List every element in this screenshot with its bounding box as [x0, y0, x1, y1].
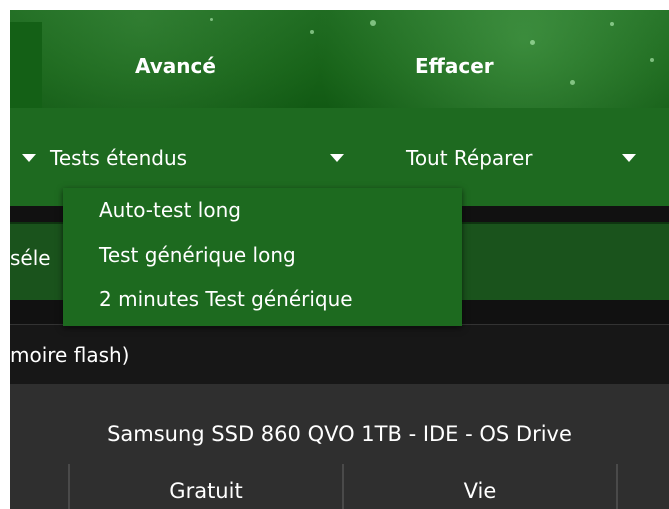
extended-tests-label: Tests étendus: [50, 146, 188, 170]
sparkle-decoration: [310, 30, 314, 34]
drive-title: Samsung SSD 860 QVO 1TB - IDE - OS Drive: [107, 422, 572, 446]
column-separator: [616, 464, 618, 509]
repair-all-dropdown[interactable]: Tout Réparer: [406, 146, 533, 170]
sparkle-decoration: [650, 58, 654, 62]
drive-type-label: moire flash): [10, 343, 130, 367]
extended-tests-menu: Auto-test long Test générique long 2 min…: [63, 188, 462, 326]
header-left-panel: [10, 22, 42, 114]
drive-type-row: moire flash): [10, 324, 669, 385]
header-banner: Avancé Effacer: [10, 10, 669, 114]
sparkle-decoration: [570, 80, 575, 85]
extended-tests-dropdown[interactable]: Tests étendus: [22, 146, 187, 170]
free-column-header: Gratuit: [169, 479, 243, 503]
triangle-down-icon[interactable]: [622, 154, 636, 162]
app-window: Avancé Effacer Tests étendus Tout Répare…: [10, 10, 669, 509]
menu-item-2min-generic-test[interactable]: 2 minutes Test générique: [99, 287, 353, 311]
drive-info-panel: Samsung SSD 860 QVO 1TB - IDE - OS Drive…: [10, 384, 669, 509]
menu-item-long-generic-test[interactable]: Test générique long: [99, 243, 296, 267]
repair-all-label: Tout Réparer: [406, 146, 533, 170]
triangle-down-icon[interactable]: [330, 154, 344, 162]
triangle-down-icon: [22, 154, 36, 162]
sparkle-decoration: [530, 40, 535, 45]
menu-item-long-self-test[interactable]: Auto-test long: [99, 198, 241, 222]
tab-erase[interactable]: Effacer: [415, 54, 494, 78]
tab-advanced[interactable]: Avancé: [135, 54, 216, 78]
sparkle-decoration: [610, 22, 614, 26]
sparkle-decoration: [210, 18, 213, 21]
life-column-header: Vie: [463, 479, 497, 503]
select-drive-label: séle: [10, 246, 51, 270]
sparkle-decoration: [370, 20, 376, 26]
